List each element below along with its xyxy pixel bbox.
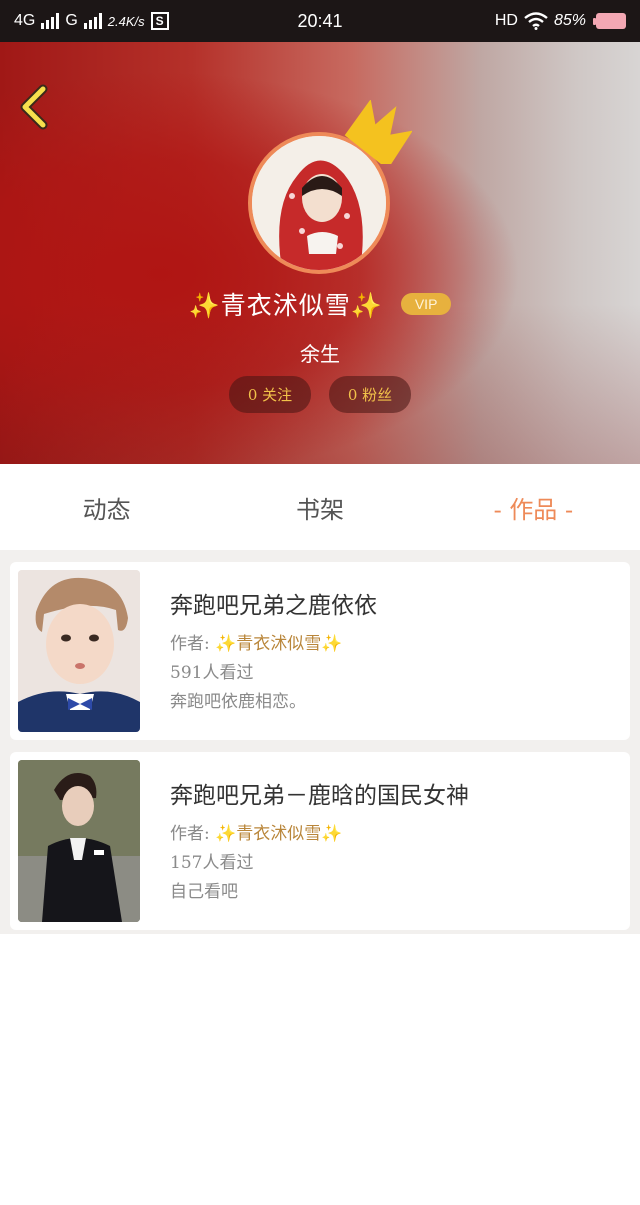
cover-image xyxy=(18,570,140,732)
crown-icon xyxy=(344,100,412,164)
username: ✨青衣沭似雪✨ xyxy=(188,291,383,320)
work-author-line: 作者: ✨青衣沭似雪✨ xyxy=(170,820,469,849)
s-app-icon: S xyxy=(150,12,169,30)
network-speed: 2.4K/s xyxy=(107,13,145,29)
fans-button[interactable]: 0 粉丝 xyxy=(329,376,411,413)
list-item[interactable]: 奔跑吧兄弟之鹿依依 作者: ✨青衣沭似雪✨ 591人看过 奔跑吧依鹿相恋。 xyxy=(10,562,630,740)
back-button[interactable] xyxy=(14,82,54,132)
work-author-line: 作者: ✨青衣沭似雪✨ xyxy=(170,630,377,659)
battery-percent: 85% xyxy=(553,12,586,29)
stats-row: 0 关注 0 粉丝 xyxy=(0,376,640,413)
author-name: ✨青衣沭似雪✨ xyxy=(215,824,343,844)
chevron-left-icon xyxy=(20,84,48,130)
book-cover xyxy=(18,570,140,732)
hd-label: HD xyxy=(494,12,518,29)
wifi-icon xyxy=(524,12,548,30)
tab-bar: 动态 书架 作品 xyxy=(0,464,640,550)
battery-icon xyxy=(592,13,626,29)
author-name: ✨青衣沭似雪✨ xyxy=(215,634,343,654)
name-row: ✨青衣沭似雪✨ VIP xyxy=(0,286,640,322)
status-right: HD 85% xyxy=(495,12,626,30)
works-list: 奔跑吧兄弟之鹿依依 作者: ✨青衣沭似雪✨ 591人看过 奔跑吧依鹿相恋。 奔跑… xyxy=(0,550,640,934)
cover-image xyxy=(18,760,140,922)
tab-activity[interactable]: 动态 xyxy=(0,490,213,525)
author-prefix: 作者: xyxy=(170,824,210,844)
network-g-label: G xyxy=(65,12,78,29)
vip-badge: VIP xyxy=(400,293,452,315)
work-reads: 591人看过 xyxy=(170,663,254,683)
work-title: 奔跑吧兄弟之鹿依依 xyxy=(170,593,377,619)
signal-icon xyxy=(83,13,102,29)
book-cover xyxy=(18,760,140,922)
status-bar: 4G G 2.4K/s S 20:41 HD 85% xyxy=(0,0,640,42)
work-description: 自己看吧 xyxy=(170,882,238,902)
work-description: 奔跑吧依鹿相恋。 xyxy=(170,692,306,712)
network-4g-label: 4G xyxy=(14,12,36,29)
work-info: 奔跑吧兄弟－鹿晗的国民女神 作者: ✨青衣沭似雪✨ 157人看过 自己看吧 xyxy=(170,760,469,922)
following-button[interactable]: 0 关注 xyxy=(229,376,311,413)
profile-header: ✨青衣沭似雪✨ VIP 余生 0 关注 0 粉丝 xyxy=(0,42,640,464)
list-item[interactable]: 奔跑吧兄弟－鹿晗的国民女神 作者: ✨青衣沭似雪✨ 157人看过 自己看吧 xyxy=(10,752,630,930)
tab-works[interactable]: 作品 xyxy=(427,490,640,525)
work-title: 奔跑吧兄弟－鹿晗的国民女神 xyxy=(170,783,469,809)
tab-bookshelf[interactable]: 书架 xyxy=(213,490,426,525)
work-reads: 157人看过 xyxy=(170,853,254,873)
status-left: 4G G 2.4K/s S xyxy=(14,12,169,30)
work-info: 奔跑吧兄弟之鹿依依 作者: ✨青衣沭似雪✨ 591人看过 奔跑吧依鹿相恋。 xyxy=(170,570,377,732)
signal-icon xyxy=(41,13,60,29)
profile-signature: 余生 xyxy=(300,342,340,366)
author-prefix: 作者: xyxy=(170,634,210,654)
avatar-container[interactable] xyxy=(248,100,412,274)
